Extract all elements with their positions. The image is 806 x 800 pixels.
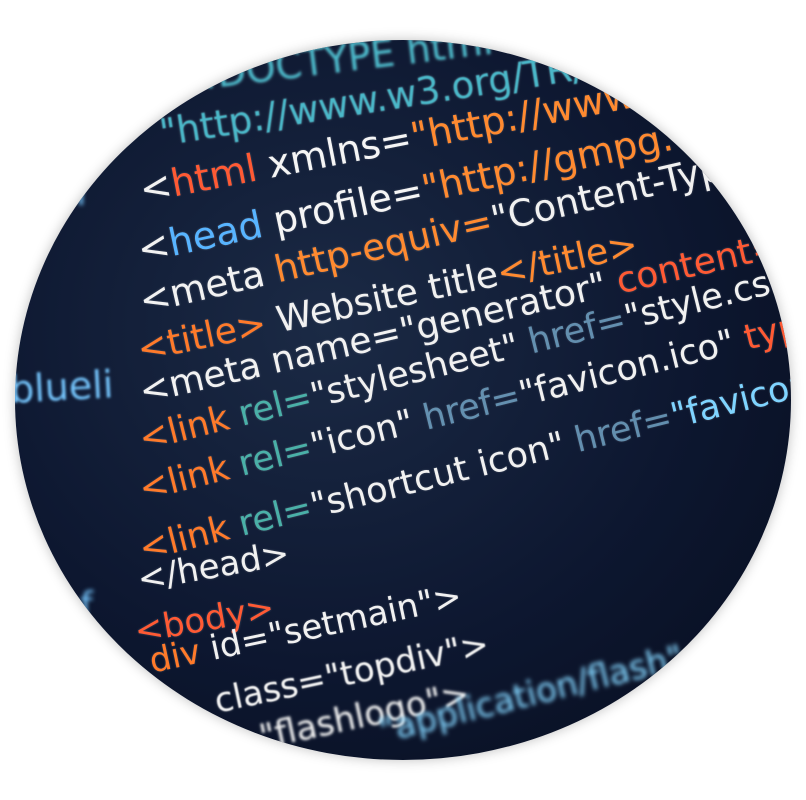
circular-code-crop: <!DOCTYPE html PUB "http://www.w3.org/TR… bbox=[15, 40, 791, 760]
code-photo: <!DOCTYPE html PUB "http://www.w3.org/TR… bbox=[0, 0, 806, 800]
side-fragment-top: n bbox=[62, 170, 87, 214]
code-lines: <!DOCTYPE html PUB "http://www.w3.org/TR… bbox=[15, 40, 791, 760]
html-tag: html bbox=[167, 145, 261, 206]
side-fragment-blueli: blueli bbox=[15, 362, 115, 412]
side-fragment-bottom: f bbox=[80, 585, 93, 626]
